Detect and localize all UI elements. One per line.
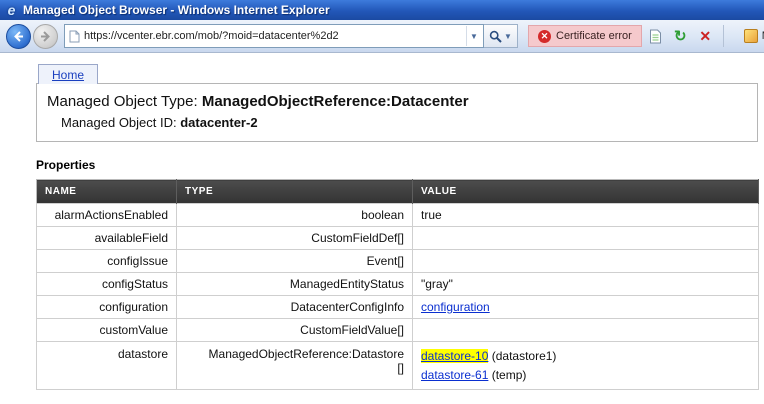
navigation-bar: ▼ ▼ ✕ Certificate error ↻ ✕ [0, 20, 764, 53]
properties-table: NAME TYPE VALUE alarmActionsEnabled bool… [36, 179, 759, 390]
ie-logo-icon: e [4, 3, 19, 18]
datastore-10-link[interactable]: datastore-10 [421, 349, 488, 363]
table-row: configuration DatacenterConfigInfo confi… [37, 296, 759, 319]
table-header-row: NAME TYPE VALUE [37, 180, 759, 204]
type-line-1: ManagedObjectReference:Datastore [185, 347, 404, 361]
cell-name: configuration [37, 296, 177, 319]
stop-button[interactable]: ✕ [694, 25, 717, 48]
forward-button[interactable] [33, 24, 58, 49]
datastore-10-suffix: (datastore1) [488, 349, 556, 363]
browser-window: e Managed Object Browser - Windows Inter… [0, 0, 764, 390]
cell-type: ManagedEntityStatus [177, 273, 413, 296]
cell-type: Event[] [177, 250, 413, 273]
cell-name: customValue [37, 319, 177, 342]
column-header-name: NAME [37, 180, 177, 204]
datastore-value-line: datastore-61 (temp) [421, 366, 750, 385]
back-arrow-icon [12, 30, 25, 43]
address-bar[interactable]: ▼ [64, 24, 484, 48]
favicon-icon [744, 29, 758, 43]
object-header: Managed Object Type: ManagedObjectRefere… [36, 83, 758, 142]
forward-arrow-icon [39, 30, 52, 43]
table-row: datastore ManagedObjectReference:Datasto… [37, 342, 759, 390]
datastore-61-suffix: (temp) [488, 368, 526, 382]
search-dropdown-icon: ▼ [504, 32, 512, 41]
title-bar: e Managed Object Browser - Windows Inter… [0, 0, 764, 20]
cell-type: CustomFieldValue[] [177, 319, 413, 342]
cell-value: configuration [413, 296, 759, 319]
cell-type: ManagedObjectReference:Datastore [] [177, 342, 413, 390]
column-header-type: TYPE [177, 180, 413, 204]
managed-object-id-label: Managed Object ID: [61, 115, 180, 130]
certificate-error-label: Certificate error [556, 30, 632, 42]
stop-icon: ✕ [699, 29, 711, 43]
cell-name: datastore [37, 342, 177, 390]
refresh-icon: ↻ [674, 29, 687, 44]
properties-heading: Properties [36, 158, 758, 172]
browser-tab[interactable]: Ma [744, 29, 764, 43]
magnifier-icon [489, 30, 502, 43]
page-icon [69, 30, 80, 43]
refresh-button[interactable]: ↻ [669, 25, 692, 48]
managed-object-type: Managed Object Type: ManagedObjectRefere… [47, 93, 747, 110]
table-row: availableField CustomFieldDef[] [37, 227, 759, 250]
url-input[interactable] [84, 27, 466, 45]
managed-object-id: Managed Object ID: datacenter-2 [47, 115, 747, 130]
toolbar-separator [723, 25, 724, 47]
cell-name: alarmActionsEnabled [37, 204, 177, 227]
cell-type: CustomFieldDef[] [177, 227, 413, 250]
back-button[interactable] [6, 24, 31, 49]
cell-value [413, 250, 759, 273]
address-dropdown-icon[interactable]: ▼ [466, 26, 481, 46]
type-line-2: [] [185, 361, 404, 375]
configuration-link[interactable]: configuration [421, 300, 490, 314]
cell-name: availableField [37, 227, 177, 250]
search-button[interactable]: ▼ [484, 24, 518, 48]
managed-object-type-value: ManagedObjectReference:Datacenter [202, 93, 469, 110]
cell-name: configStatus [37, 273, 177, 296]
window-title: Managed Object Browser - Windows Interne… [23, 3, 330, 17]
cell-value: true [413, 204, 759, 227]
datastore-61-link[interactable]: datastore-61 [421, 368, 488, 382]
managed-object-type-label: Managed Object Type: [47, 93, 202, 110]
cell-value: "gray" [413, 273, 759, 296]
table-row: customValue CustomFieldValue[] [37, 319, 759, 342]
cell-value [413, 227, 759, 250]
cell-type: DatacenterConfigInfo [177, 296, 413, 319]
cell-value [413, 319, 759, 342]
column-header-value: VALUE [413, 180, 759, 204]
table-row: configIssue Event[] [37, 250, 759, 273]
tab-home[interactable]: Home [38, 64, 98, 84]
datastore-value-line: datastore-10 (datastore1) [421, 347, 750, 366]
cell-name: configIssue [37, 250, 177, 273]
page-content: Home Managed Object Type: ManagedObjectR… [0, 53, 764, 390]
certificate-error-badge[interactable]: ✕ Certificate error [528, 25, 642, 47]
managed-object-id-value: datacenter-2 [180, 115, 257, 130]
certificate-error-icon: ✕ [538, 30, 551, 43]
table-row: alarmActionsEnabled boolean true [37, 204, 759, 227]
table-row: configStatus ManagedEntityStatus "gray" [37, 273, 759, 296]
page-button[interactable] [644, 25, 667, 48]
cell-type: boolean [177, 204, 413, 227]
page-glyph-icon [649, 29, 662, 44]
cell-value: datastore-10 (datastore1) datastore-61 (… [413, 342, 759, 390]
